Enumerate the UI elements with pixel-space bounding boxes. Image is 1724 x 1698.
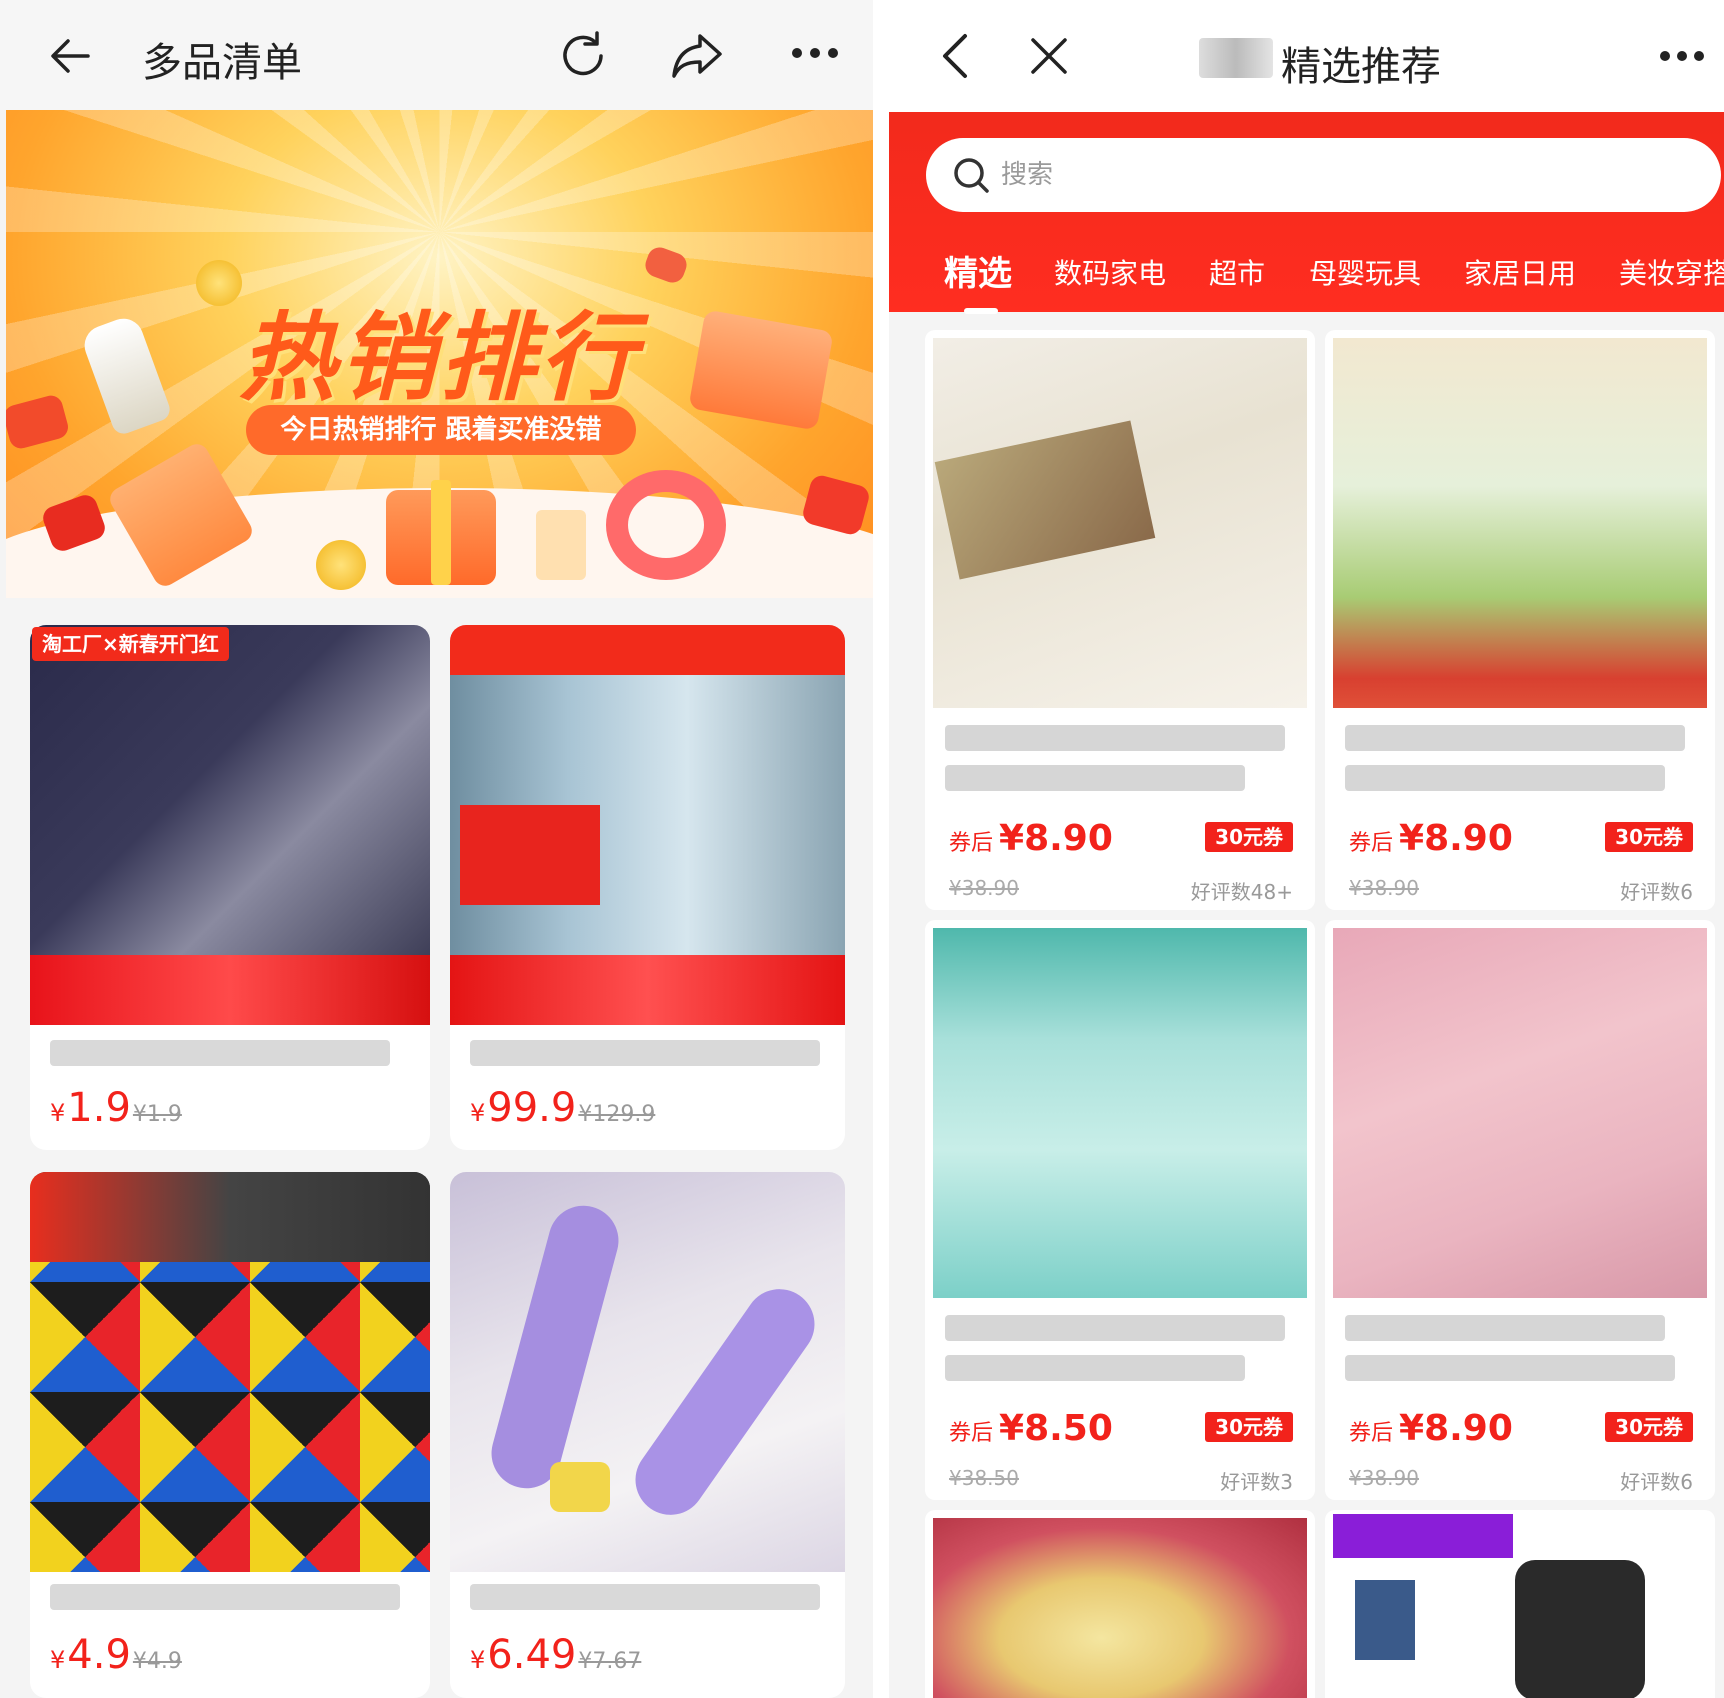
active-tab-indicator <box>964 308 998 314</box>
after-coupon-price: 券后 ¥8.50 <box>949 1408 1113 1449</box>
product-card[interactable]: 券后 ¥8.90 30元券 ¥38.90 好评数48+ <box>925 330 1315 910</box>
after-coupon-price: 券后 ¥8.90 <box>949 818 1113 859</box>
product-title-redacted <box>470 1584 820 1610</box>
product-card[interactable]: 券后 ¥8.90 30元券 ¥38.90 好评数6 <box>1325 920 1715 1500</box>
promo-tag: 淘工厂×新春开门红 <box>32 627 229 661</box>
product-title-redacted <box>50 1584 400 1610</box>
product-image-promo <box>460 805 600 905</box>
product-image-banner <box>30 955 430 1025</box>
sponge-image <box>550 1462 610 1512</box>
price-row: ¥99.9¥129.9 <box>470 1085 655 1131</box>
original-price: ¥38.90 <box>1349 1466 1419 1490</box>
headphones-image <box>606 470 726 580</box>
hot-sales-banner[interactable]: 热销排行 今日热销排行 跟着买准没错 <box>6 110 873 598</box>
coin-image <box>316 540 366 590</box>
product-card[interactable]: ¥6.49¥7.67 <box>450 1172 845 1698</box>
product-card[interactable]: ¥1.9¥1.9 <box>30 625 430 1150</box>
perfume-image <box>536 510 586 580</box>
tab-digital-appliances[interactable]: 数码家电 <box>1054 252 1166 292</box>
original-price: ¥38.90 <box>1349 876 1419 900</box>
gift-ribbon-image <box>431 480 451 585</box>
review-count: 好评数3 <box>1220 1470 1293 1494</box>
product-image <box>450 625 845 675</box>
tab-supermarket[interactable]: 超市 <box>1209 252 1265 292</box>
product-title-redacted <box>1345 1315 1665 1341</box>
review-count: 好评数6 <box>1620 1470 1693 1494</box>
product-card[interactable]: 券后 ¥8.90 30元券 ¥38.90 好评数6 <box>1325 330 1715 910</box>
refresh-icon[interactable] <box>557 30 609 82</box>
product-card[interactable]: ¥4.9¥4.9 <box>30 1172 430 1698</box>
right-top-bar: 精选推荐 <box>889 0 1724 112</box>
search-header: 精选 数码家电 超市 母婴玩具 家居日用 美妆穿搭 <box>889 112 1724 314</box>
chevron-left-icon[interactable] <box>939 32 969 80</box>
search-bar[interactable] <box>926 138 1721 212</box>
product-title-redacted <box>1345 1355 1675 1381</box>
product-title-redacted <box>1345 725 1685 751</box>
left-panel: 多品清单 热销排行 今日热销排行 跟着买准没错 ¥1.9¥1.9 淘工厂×新春开… <box>0 0 873 1698</box>
review-count: 好评数6 <box>1620 880 1693 904</box>
product-title-redacted <box>50 1040 390 1066</box>
after-coupon-price: 券后 ¥8.90 <box>1349 818 1513 859</box>
product-card[interactable]: ¥99.9¥129.9 <box>450 625 845 1150</box>
arrow-left-icon[interactable] <box>48 34 92 78</box>
coupon-badge[interactable]: 30元券 <box>1205 822 1293 852</box>
original-price: ¥38.50 <box>949 1466 1019 1490</box>
tab-mother-baby-toys[interactable]: 母婴玩具 <box>1309 252 1421 292</box>
product-title-redacted <box>945 1315 1285 1341</box>
coupon-badge[interactable]: 30元券 <box>1205 1412 1293 1442</box>
product-title-redacted <box>945 725 1285 751</box>
tab-featured[interactable]: 精选 <box>944 246 1012 295</box>
product-image-header <box>30 1172 430 1262</box>
product-image-item <box>1515 1560 1645 1698</box>
tab-beauty-fashion[interactable]: 美妆穿搭 <box>1619 252 1724 292</box>
search-icon <box>954 158 989 193</box>
product-image-banner <box>1333 1514 1513 1558</box>
price-row: ¥1.9¥1.9 <box>50 1085 182 1131</box>
title-redacted <box>1199 38 1273 78</box>
panel-divider <box>873 0 889 1698</box>
current-price: ¥1.9 <box>50 1085 131 1131</box>
search-input[interactable] <box>1001 152 1681 198</box>
page-title: 精选推荐 <box>1281 44 1441 90</box>
original-price: ¥4.9 <box>132 1649 182 1674</box>
more-icon[interactable] <box>790 46 840 60</box>
product-card[interactable] <box>1325 1510 1715 1698</box>
left-top-bar: 多品清单 <box>0 0 873 110</box>
share-icon[interactable] <box>670 30 726 82</box>
product-image <box>1333 338 1707 708</box>
price-row: ¥6.49¥7.67 <box>470 1632 641 1678</box>
coupon-badge[interactable]: 30元券 <box>1605 822 1693 852</box>
product-card[interactable]: 券后 ¥8.50 30元券 ¥38.50 好评数3 <box>925 920 1315 1500</box>
product-title-redacted <box>945 765 1245 791</box>
page-title: 多品清单 <box>142 40 302 86</box>
original-price: ¥7.67 <box>578 1649 642 1674</box>
tab-home-daily[interactable]: 家居日用 <box>1464 252 1576 292</box>
review-count: 好评数48+ <box>1190 880 1293 904</box>
price-row: ¥4.9¥4.9 <box>50 1632 182 1678</box>
product-card[interactable] <box>925 1510 1315 1698</box>
product-title-redacted <box>945 1355 1245 1381</box>
product-image <box>933 1518 1307 1698</box>
original-price: ¥1.9 <box>132 1102 182 1127</box>
right-panel: 精选推荐 精选 数码家电 超市 母婴玩具 家居日用 美妆穿搭 券后¥8.90 <box>889 0 1724 1698</box>
coupon-badge[interactable]: 30元券 <box>1605 1412 1693 1442</box>
product-image-banner <box>450 955 845 1025</box>
current-price: ¥4.9 <box>50 1632 131 1678</box>
product-image <box>933 928 1307 1298</box>
product-title-redacted <box>470 1040 820 1066</box>
after-coupon-price: 券后 ¥8.90 <box>1349 1408 1513 1449</box>
product-title-redacted <box>1345 765 1665 791</box>
close-icon[interactable] <box>1029 36 1069 76</box>
banner-title: 热销排行 <box>239 302 640 414</box>
product-image <box>1333 928 1707 1298</box>
original-price: ¥129.9 <box>578 1102 656 1127</box>
current-price: ¥99.9 <box>470 1085 577 1131</box>
original-price: ¥38.90 <box>949 876 1019 900</box>
more-icon[interactable] <box>1659 50 1705 62</box>
current-price: ¥6.49 <box>470 1632 577 1678</box>
product-image-item <box>1355 1580 1415 1660</box>
banner-subtitle: 今日热销排行 跟着买准没错 <box>246 405 636 455</box>
